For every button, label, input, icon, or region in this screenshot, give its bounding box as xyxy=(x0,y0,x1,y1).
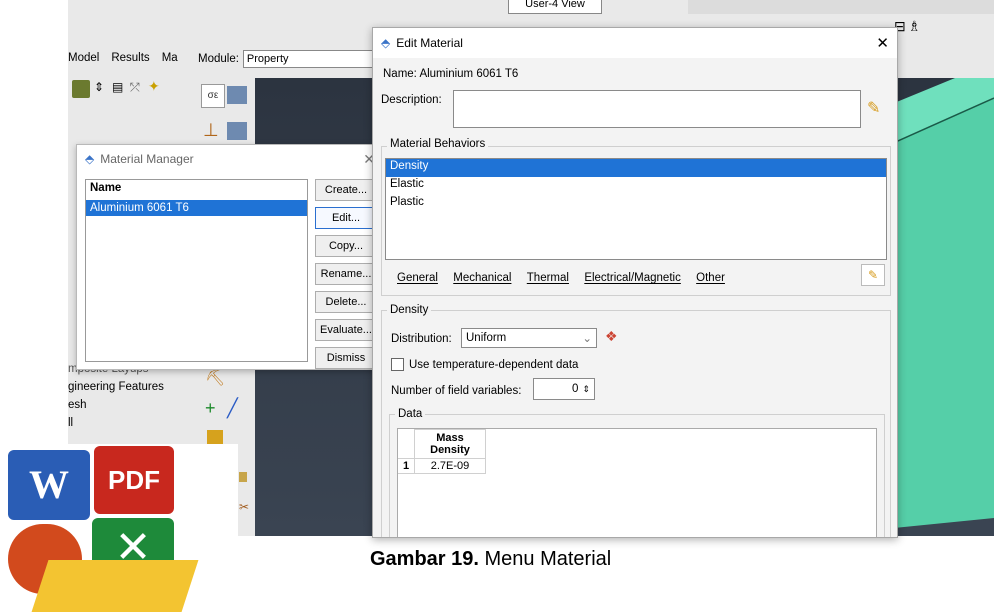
list-item[interactable]: Elastic xyxy=(386,177,886,195)
delete-button[interactable]: Delete... xyxy=(315,291,377,313)
edit-material-titlebar: ⬘ Edit Material ✕ xyxy=(373,28,897,58)
mass-density-cell[interactable]: 2.7E-09 xyxy=(414,458,486,474)
spinner-arrows-icon[interactable]: ⇕ xyxy=(582,384,590,395)
name-value: Aluminium 6061 T6 xyxy=(419,68,519,80)
tab-results[interactable]: Results xyxy=(111,50,149,72)
edit-button[interactable]: Edit... xyxy=(315,207,377,229)
copy-button[interactable]: Copy... xyxy=(315,235,377,257)
module-label: Module: xyxy=(198,53,239,65)
abaqus-icon: ⬘ xyxy=(85,152,95,166)
menu-thermal[interactable]: Thermal xyxy=(527,272,569,284)
chevron-down-icon: ⌄ xyxy=(582,333,592,345)
expand-icon[interactable]: ⇕ xyxy=(94,80,104,94)
tree-icon[interactable]: ▤ xyxy=(112,80,123,94)
table-row: 1 2.7E-09 xyxy=(398,458,486,474)
distribution-value: Uniform xyxy=(466,332,507,344)
temp-dependent-label: Use temperature-dependent data xyxy=(409,358,579,371)
tree-item[interactable]: ll xyxy=(68,414,186,432)
section-manager-icon[interactable] xyxy=(227,122,247,140)
material-name: Name: Aluminium 6061 T6 xyxy=(383,68,518,80)
distribution-dropdown[interactable]: Uniform ⌄ xyxy=(461,328,597,348)
model-tree: mposite Layups gineering Features esh ll xyxy=(68,360,186,432)
distribution-label: Distribution: xyxy=(391,333,452,345)
caption-label: Gambar 19. xyxy=(370,548,479,570)
create-button[interactable]: Create... xyxy=(315,179,377,201)
grid-icon[interactable] xyxy=(207,430,223,444)
figure-caption: Gambar 19. Menu Material xyxy=(370,548,611,571)
row-index: 1 xyxy=(398,458,415,474)
pencil-icon[interactable]: ✎ xyxy=(867,98,880,118)
data-title: Data xyxy=(395,408,426,420)
plus-icon[interactable]: + xyxy=(205,398,216,419)
module-selector: Module: Property ⌄ xyxy=(198,50,399,68)
edit-material-title: Edit Material xyxy=(396,36,463,50)
edit-behavior-icon[interactable]: ✎ xyxy=(861,264,885,286)
material-manager-buttons: Create... Edit... Copy... Rename... Dele… xyxy=(315,179,377,369)
list-item[interactable]: Plastic xyxy=(386,195,886,213)
data-table-area: Mass Density 1 2.7E-09 xyxy=(397,428,877,537)
description-label: Description: xyxy=(381,94,442,106)
folder-zip-icon xyxy=(31,560,199,612)
assign-section-icon[interactable]: ⛏ xyxy=(205,368,225,388)
color-palette-icon[interactable]: ❖ xyxy=(605,328,618,345)
top-toolbar xyxy=(688,0,994,14)
dismiss-button[interactable]: Dismiss xyxy=(315,347,377,369)
office-icons-overlay: W PDF ✕ xyxy=(0,444,238,612)
field-variables-label: Number of field variables: xyxy=(391,385,522,397)
scissor-icon[interactable]: ✂ xyxy=(239,500,249,514)
field-variables-spinner[interactable]: 0 ⇕ xyxy=(533,378,595,400)
abaqus-icon: ⬘ xyxy=(381,36,391,50)
filter-icon[interactable] xyxy=(72,80,90,98)
view-tooltip: User-4 View xyxy=(508,0,602,14)
data-table: Mass Density 1 2.7E-09 xyxy=(398,429,486,474)
material-create-icon[interactable]: σε xyxy=(201,84,225,108)
behaviors-title: Material Behaviors xyxy=(387,138,489,150)
render-icon[interactable]: ♗ xyxy=(908,18,921,35)
rename-button[interactable]: Rename... xyxy=(315,263,377,285)
temp-dependent-checkbox[interactable] xyxy=(391,358,404,371)
tree-item[interactable]: esh xyxy=(68,396,186,414)
density-title: Density xyxy=(387,304,432,316)
tab-material-library[interactable]: Ma xyxy=(162,50,178,72)
section-create-icon[interactable]: ⊥ xyxy=(203,120,219,141)
close-icon[interactable]: ✕ xyxy=(876,34,889,52)
bulb-icon[interactable]: ✦ xyxy=(148,78,160,95)
material-manager-dialog: ⬘ Material Manager ✕ Name Aluminium 6061… xyxy=(76,144,384,370)
menu-electrical-magnetic[interactable]: Electrical/Magnetic xyxy=(584,272,681,284)
tool-icon[interactable] xyxy=(239,472,247,482)
temp-dependent-option: Use temperature-dependent data xyxy=(391,358,578,371)
material-list: Name Aluminium 6061 T6 xyxy=(85,179,308,362)
pdf-icon: PDF xyxy=(94,446,174,514)
behavior-menubar: General Mechanical Thermal Electrical/Ma… xyxy=(397,270,737,284)
list-item[interactable]: Density xyxy=(386,159,886,177)
collapse-icon[interactable]: ⤱ xyxy=(130,80,140,95)
tree-item[interactable]: gineering Features xyxy=(68,378,186,396)
evaluate-button[interactable]: Evaluate... xyxy=(315,319,377,341)
material-manager-title: Material Manager xyxy=(100,152,194,166)
menu-mechanical[interactable]: Mechanical xyxy=(453,272,511,284)
menu-other[interactable]: Other xyxy=(696,272,725,284)
description-field[interactable] xyxy=(453,90,861,128)
line-icon[interactable]: ╱ xyxy=(227,398,238,419)
column-header: Name xyxy=(90,182,122,194)
material-manager-icon[interactable] xyxy=(227,86,247,104)
name-label: Name: xyxy=(383,68,417,80)
caption-text: Menu Material xyxy=(478,548,612,570)
module-value: Property xyxy=(246,53,289,65)
menu-general[interactable]: General xyxy=(397,272,438,284)
model-tree-tabs: Model Results Ma xyxy=(68,50,178,72)
edit-material-dialog: ⬘ Edit Material ✕ Name: Aluminium 6061 T… xyxy=(372,27,898,538)
list-item[interactable]: Aluminium 6061 T6 xyxy=(86,200,307,216)
mass-density-header: Mass Density xyxy=(414,429,486,459)
tab-model[interactable]: Model xyxy=(68,50,99,72)
field-variables-value: 0 xyxy=(572,383,579,395)
behaviors-list: Density Elastic Plastic xyxy=(385,158,887,260)
material-manager-titlebar: ⬘ Material Manager ✕ xyxy=(77,145,383,173)
word-icon: W xyxy=(8,450,90,520)
